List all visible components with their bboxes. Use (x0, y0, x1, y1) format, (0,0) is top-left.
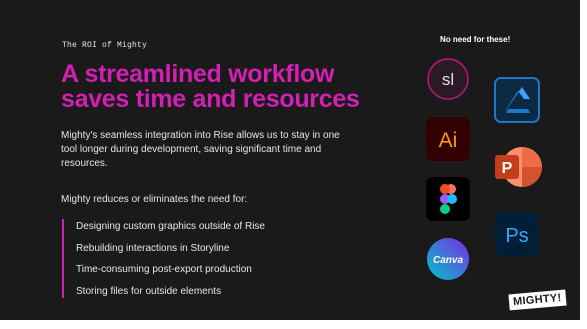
powerpoint-icon-label: P (502, 160, 513, 177)
slide: The ROI of Mighty A streamlined workflow… (0, 0, 580, 320)
list-item: Time-consuming post-export production (76, 264, 252, 275)
bullet-accent-bar (62, 219, 64, 298)
list-item: Designing custom graphics outside of Ris… (76, 221, 265, 232)
mighty-logo: MIGHTY! (508, 289, 567, 311)
slide-eyebrow: The ROI of Mighty (62, 41, 148, 50)
affinity-designer-icon (494, 77, 540, 123)
bullet-list: Designing custom graphics outside of Ris… (76, 221, 265, 307)
illustrator-icon: Ai (426, 117, 470, 161)
lead-text: Mighty reduces or eliminates the need fo… (61, 194, 248, 205)
intro-paragraph: Mighty's seamless integration into Rise … (61, 130, 340, 169)
list-item: Storing files for outside elements (76, 285, 222, 297)
storyline-icon-label: sl (442, 70, 454, 89)
canva-icon: Canva (427, 238, 469, 280)
illustrator-icon-label: Ai (439, 129, 458, 152)
storyline-icon: sl (427, 58, 469, 100)
list-item: Rebuilding interactions in Storyline (76, 242, 230, 254)
slide-headline: A streamlined workflow saves time and re… (61, 60, 360, 113)
tagline: No need for these! (440, 35, 511, 44)
figma-icon (426, 177, 470, 221)
canva-icon-label: Canva (433, 255, 463, 266)
photoshop-icon: Ps (495, 212, 539, 256)
photoshop-icon-label: Ps (505, 225, 528, 247)
powerpoint-icon: P (495, 147, 542, 187)
